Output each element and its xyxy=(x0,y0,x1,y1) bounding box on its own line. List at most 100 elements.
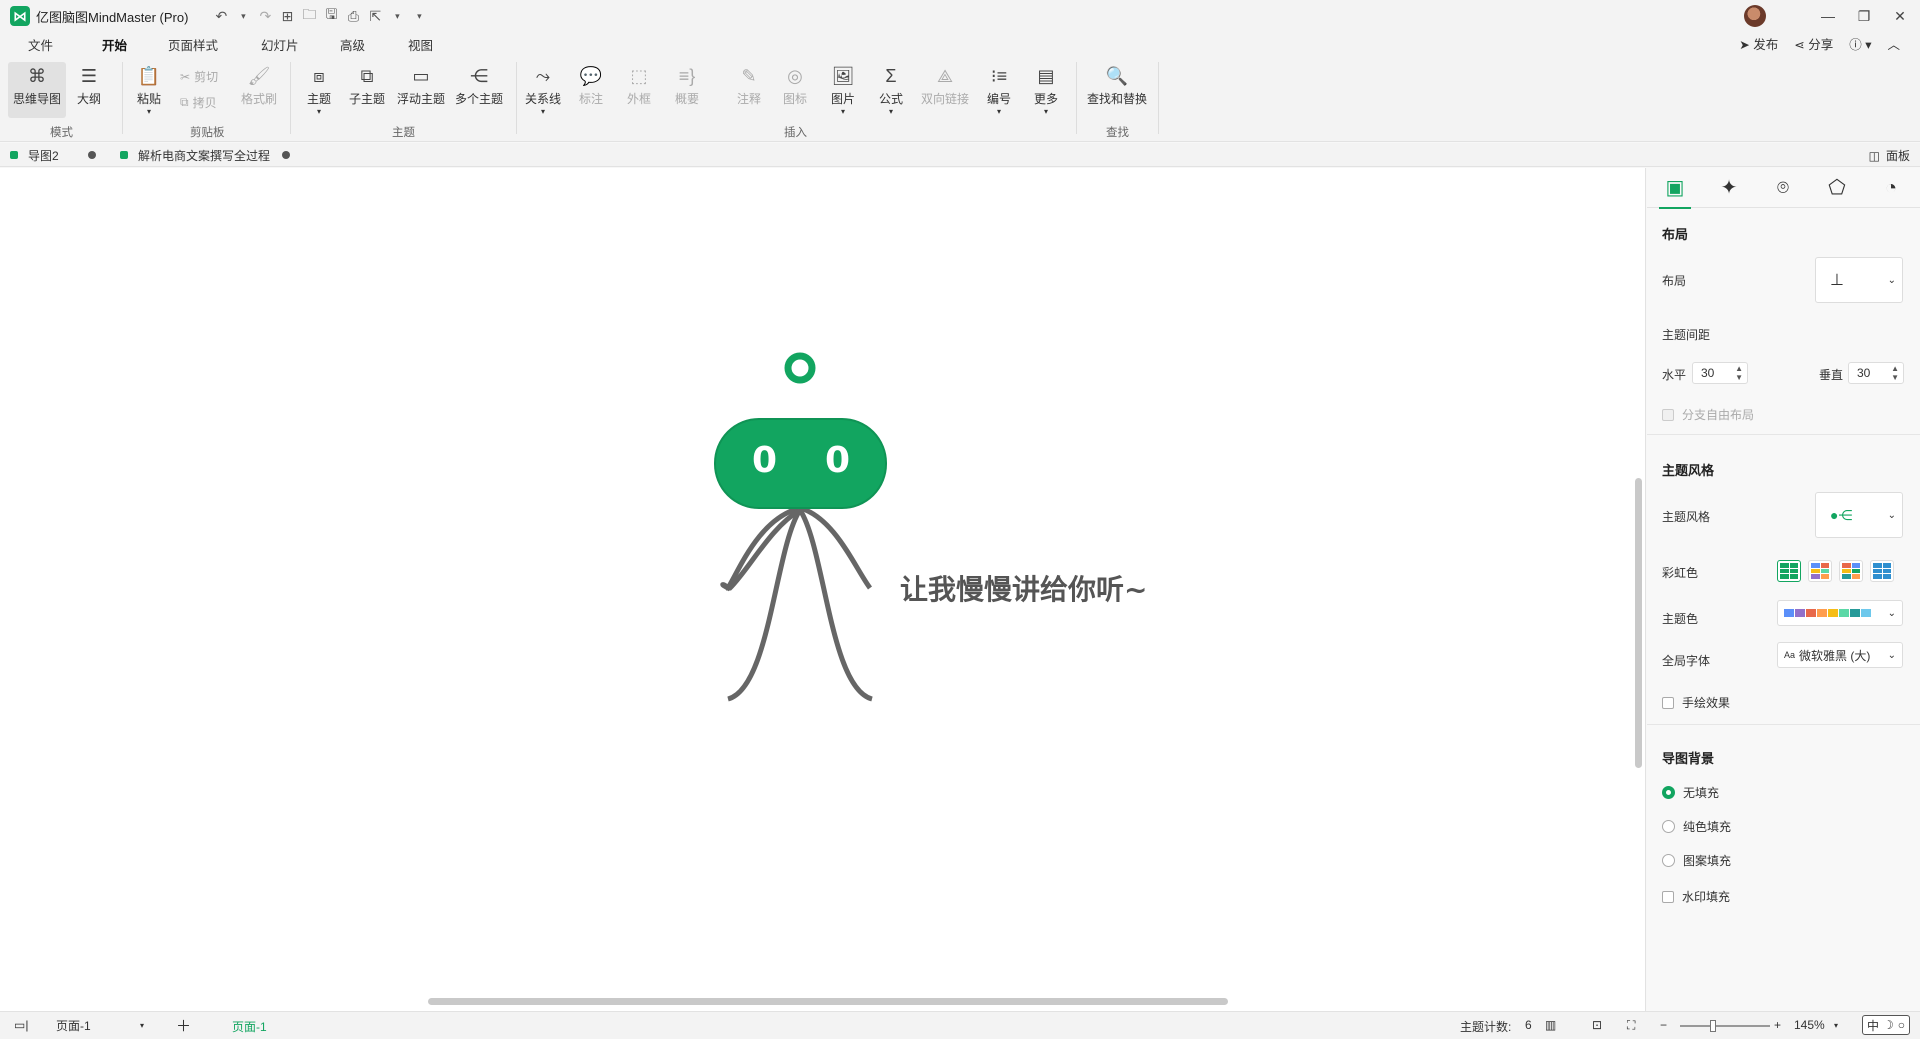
tab-file[interactable]: 文件 xyxy=(28,35,53,54)
cut-button[interactable]: ✂ 剪切 xyxy=(180,68,218,85)
spinner-arrows-icon[interactable]: ▲ ▼ xyxy=(1735,364,1743,382)
image-button[interactable]: 🖼 图片 ▾ xyxy=(818,64,868,116)
zoom-in-icon[interactable]: + xyxy=(1774,1018,1781,1032)
image-dropdown-icon[interactable]: ▾ xyxy=(841,107,845,116)
fit-page-icon[interactable]: ⊡ xyxy=(1592,1018,1602,1032)
export-dropdown-icon[interactable]: ▾ xyxy=(390,11,404,22)
theme-style-dropdown[interactable]: ●⋲ ⌄ xyxy=(1815,492,1903,538)
close-icon[interactable]: ✕ xyxy=(1884,8,1916,25)
zoom-out-icon[interactable]: − xyxy=(1660,1018,1667,1032)
panel-tab-layout[interactable]: ▣ xyxy=(1655,174,1695,209)
summary-button[interactable]: ≡} 概要 xyxy=(662,64,712,107)
undo-dropdown-icon[interactable]: ▾ xyxy=(236,11,250,22)
redo-icon[interactable]: ↷ xyxy=(258,8,272,25)
undo-icon[interactable]: ↶ xyxy=(214,8,228,25)
save-icon[interactable]: 🖫 xyxy=(324,4,338,28)
boundary-button[interactable]: ⬚ 外框 xyxy=(614,64,664,107)
mindmap-canvas[interactable]: 0 0 让我慢慢讲给你听~ xyxy=(0,168,1646,1011)
panel-tab-history[interactable]: ◔ xyxy=(1871,174,1911,202)
rainbow-option-3[interactable] xyxy=(1839,560,1863,582)
horizontal-scrollbar[interactable] xyxy=(428,998,1228,1005)
customize-toolbar-icon[interactable]: ▾ xyxy=(412,11,426,22)
zoom-level[interactable]: 145% xyxy=(1794,1018,1825,1032)
format-painter-button[interactable]: 🖌 格式刷 xyxy=(234,64,284,107)
floating-topic-text[interactable]: 让我慢慢讲给你听~ xyxy=(900,568,1147,608)
page-tab-1[interactable]: 页面-1 xyxy=(232,1018,267,1035)
zoom-dropdown-icon[interactable]: ▾ xyxy=(1834,1021,1838,1030)
bg-solid-radio[interactable]: 纯色填充 xyxy=(1662,818,1731,835)
more-button[interactable]: ▤ 更多 ▾ xyxy=(1021,64,1071,116)
panel-tab-ai[interactable]: ✦ xyxy=(1709,174,1749,202)
rainbow-option-4[interactable] xyxy=(1870,560,1894,582)
add-subtopic-button[interactable]: ⧉ 子主题 xyxy=(342,64,392,107)
relationship-button[interactable]: ⤳ 关系线 ▾ xyxy=(518,64,568,116)
open-folder-icon[interactable]: 🗀 xyxy=(302,4,316,28)
theme-color-dropdown[interactable]: ⌄ xyxy=(1777,600,1903,626)
copy-button[interactable]: ⧉ 拷贝 xyxy=(180,94,217,111)
panel-toggle-button[interactable]: ◫ 面板 xyxy=(1869,147,1910,164)
bilink-button[interactable]: ⟁ 双向链接 xyxy=(918,64,972,107)
horizontal-spacing-input[interactable]: 30 ▲ ▼ xyxy=(1692,362,1748,384)
spinner-arrows-icon[interactable]: ▲ ▼ xyxy=(1891,364,1899,382)
numbering-dropdown-icon[interactable]: ▾ xyxy=(997,107,1001,116)
rainbow-option-1[interactable] xyxy=(1777,560,1801,582)
multiple-topics-button[interactable]: ⋲ 多个主题 xyxy=(454,64,504,107)
collapse-ribbon-icon[interactable]: ︿ xyxy=(1887,34,1900,53)
minimize-icon[interactable]: — xyxy=(1812,8,1844,24)
user-avatar[interactable] xyxy=(1744,5,1766,27)
topic-dropdown-icon[interactable]: ▾ xyxy=(317,107,321,116)
tab-advanced[interactable]: 高级 xyxy=(340,35,365,54)
mindmap-mode-button[interactable]: ⌘ 思维导图 xyxy=(8,62,66,118)
multiple-topics-icon: ⋲ xyxy=(470,66,488,86)
paste-button[interactable]: 📋 粘贴 ▾ xyxy=(124,64,174,116)
formula-button[interactable]: Σ 公式 ▾ xyxy=(866,64,916,116)
book-view-icon[interactable]: ▥ xyxy=(1545,1018,1556,1032)
tab-page-style[interactable]: 页面样式 xyxy=(168,35,218,54)
ime-indicator[interactable]: 中 ☽ ○ xyxy=(1862,1015,1911,1035)
doc-tab-ecommerce[interactable]: 解析电商文案撰写全过程 xyxy=(120,143,300,167)
paste-dropdown-icon[interactable]: ▾ xyxy=(147,107,151,116)
page-select[interactable]: 页面-1 ▾ xyxy=(50,1015,150,1035)
panel-tab-clipart[interactable]: ⬠ xyxy=(1817,174,1857,202)
free-layout-checkbox[interactable]: 分支自由布局 xyxy=(1662,406,1754,423)
publish-button[interactable]: ➤ 发布 xyxy=(1739,34,1778,53)
share-button[interactable]: ⋖ 分享 xyxy=(1794,34,1833,53)
handdrawn-checkbox[interactable]: 手绘效果 xyxy=(1662,694,1730,711)
vertical-spacing-input[interactable]: 30 ▲ ▼ xyxy=(1848,362,1904,384)
note-button[interactable]: ✎ 注释 xyxy=(724,64,774,107)
layout-dropdown[interactable]: ⊥ ⌄ xyxy=(1815,257,1903,303)
bg-none-radio[interactable]: 无填充 xyxy=(1662,784,1719,801)
tab-slides[interactable]: 幻灯片 xyxy=(261,35,299,54)
print-icon[interactable]: ⎙ xyxy=(346,8,360,25)
floating-topic-button[interactable]: ▭ 浮动主题 xyxy=(396,64,446,107)
more-dropdown-icon[interactable]: ▾ xyxy=(1044,107,1048,116)
outline-mode-button[interactable]: ☰ 大纲 xyxy=(64,64,114,107)
rainbow-option-2[interactable] xyxy=(1808,560,1832,582)
tab-view[interactable]: 视图 xyxy=(408,35,433,54)
panel-tab-marker[interactable]: ⌾ xyxy=(1763,174,1803,202)
global-font-dropdown[interactable]: Aa 微软雅黑 (大) ⌄ xyxy=(1777,642,1903,668)
tab-home[interactable]: 开始 xyxy=(102,35,127,54)
page-list-icon[interactable]: ▭| xyxy=(14,1018,28,1032)
floating-topic-icon: ▭ xyxy=(412,66,430,86)
callout-button[interactable]: 💬 标注 xyxy=(566,64,616,107)
numbering-button[interactable]: ⁝≡ 编号 ▾ xyxy=(974,64,1024,116)
zoom-slider[interactable] xyxy=(1680,1020,1770,1032)
export-icon[interactable]: ⇱ xyxy=(368,8,382,25)
bg-watermark-checkbox[interactable]: 水印填充 xyxy=(1662,888,1730,905)
find-replace-button[interactable]: 🔍 查找和替换 xyxy=(1084,64,1150,107)
restore-icon[interactable]: ❐ xyxy=(1848,8,1880,25)
new-file-icon[interactable]: ⊞ xyxy=(280,8,294,25)
doc-tab-mindmap2[interactable]: 导图2 xyxy=(10,143,106,167)
fullscreen-icon[interactable]: ⛶ xyxy=(1627,1018,1635,1033)
central-topic-node[interactable] xyxy=(714,418,887,509)
vertical-scrollbar[interactable] xyxy=(1635,478,1642,768)
relationship-dropdown-icon[interactable]: ▾ xyxy=(541,107,545,116)
bg-pattern-radio[interactable]: 图案填充 xyxy=(1662,852,1731,869)
zoom-slider-thumb[interactable] xyxy=(1710,1020,1716,1032)
formula-dropdown-icon[interactable]: ▾ xyxy=(889,107,893,116)
icon-button[interactable]: ◎ 图标 xyxy=(770,64,820,107)
add-page-icon[interactable]: ＋ xyxy=(176,1015,191,1036)
help-icon[interactable]: ⓘ ▾ xyxy=(1849,34,1871,53)
add-topic-button[interactable]: ⧈ 主题 ▾ xyxy=(294,64,344,116)
